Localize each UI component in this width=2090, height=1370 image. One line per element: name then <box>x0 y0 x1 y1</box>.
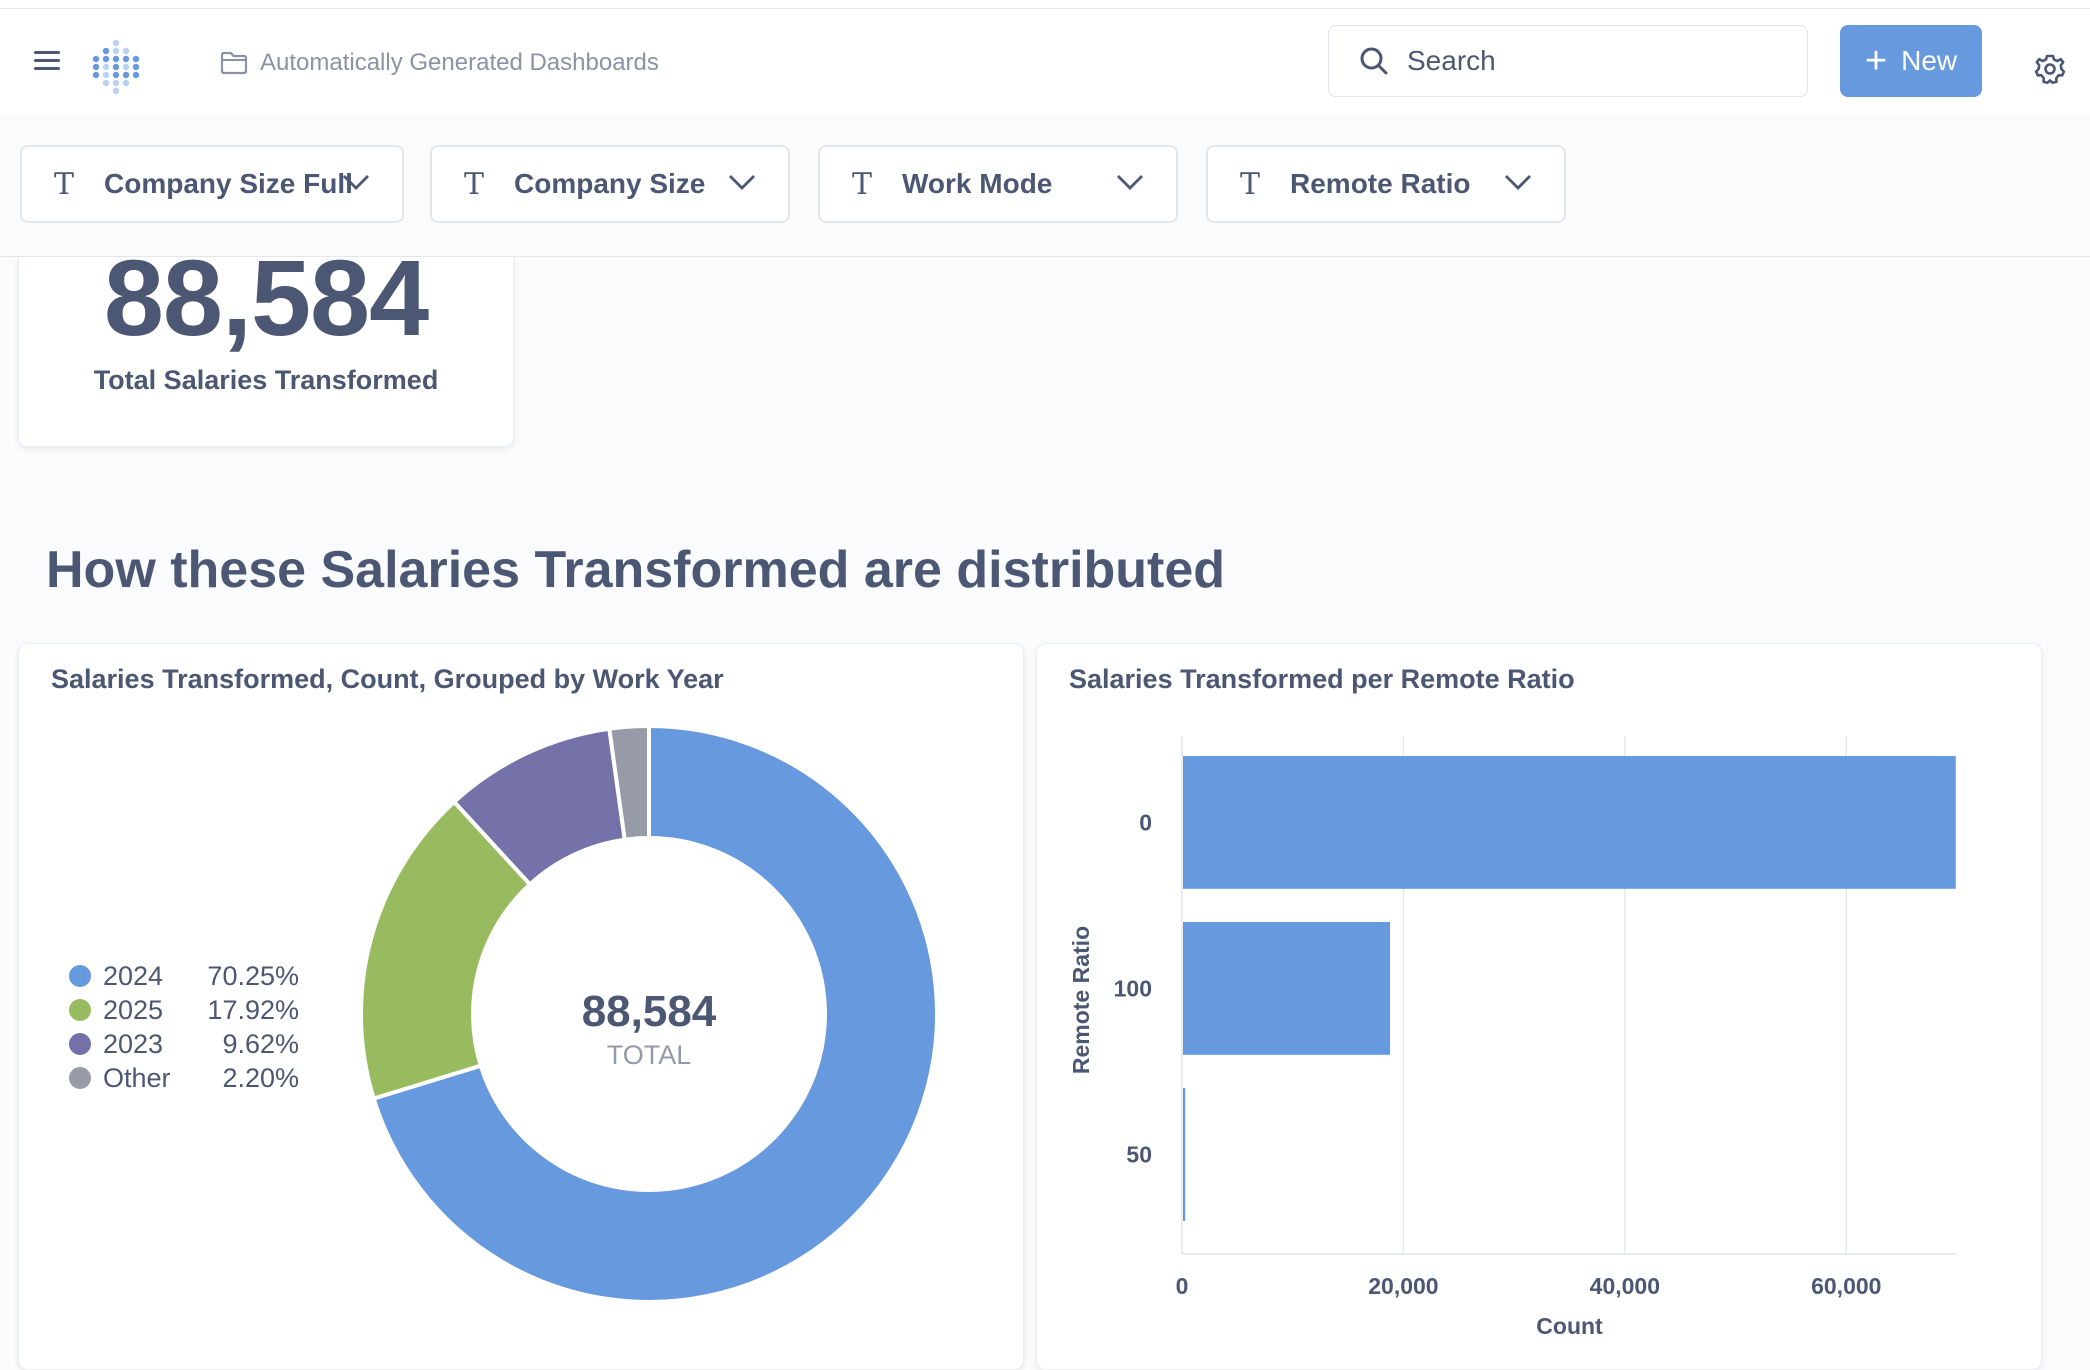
legend-label: 2023 <box>103 1028 164 1059</box>
x-tick-label: 60,000 <box>1811 1273 1881 1299</box>
search-placeholder: Search <box>1407 45 1496 76</box>
gear-icon[interactable] <box>2034 53 2066 85</box>
chart-title[interactable]: Salaries Transformed, Count, Grouped by … <box>51 664 724 695</box>
legend-percent: 17.92% <box>207 994 299 1025</box>
legend-label: 2024 <box>103 960 164 991</box>
bar-remote-ratio-100[interactable] <box>1183 922 1391 1055</box>
filter-label: Work Mode <box>902 168 1053 199</box>
filter-remote-ratio[interactable]: T Remote Ratio <box>1206 145 1566 223</box>
text-type-icon: T <box>1240 166 1261 202</box>
scalar-value: 88,584 <box>103 257 429 358</box>
legend-item[interactable]: Other 2.20% <box>69 1061 299 1095</box>
scalar-label: Total Salaries Transformed <box>93 365 439 395</box>
chart-legend: 2024 70.25% 2025 17.92% 2023 9.62% Other 2.20% <box>69 959 299 1095</box>
legend-item[interactable]: 2024 70.25% <box>69 959 299 993</box>
metabase-logo-icon[interactable] <box>90 37 150 97</box>
text-type-icon: T <box>852 166 873 202</box>
filter-company-size-full[interactable]: T Company Size Full <box>20 145 404 223</box>
x-tick-label: 0 <box>1176 1273 1189 1299</box>
legend-label: Other <box>103 1062 171 1093</box>
menu-icon[interactable] <box>34 51 60 73</box>
filter-label: Company Size <box>514 168 706 199</box>
breadcrumb-label: Automatically Generated Dashboards <box>260 49 659 76</box>
new-button-label: New <box>1901 45 1958 76</box>
filter-label: Company Size Full <box>104 168 353 199</box>
filter-label: Remote Ratio <box>1290 168 1471 199</box>
y-tick-label: 0 <box>1139 809 1152 835</box>
text-type-icon: T <box>464 166 485 202</box>
donut-center-label: TOTAL <box>607 1040 692 1070</box>
bar-chart: 0 20,000 40,000 60,000 0 100 50 Count Remote Rat… <box>1068 736 1957 1339</box>
y-tick-label: 50 <box>1126 1141 1152 1167</box>
section-heading: How these Salaries Transformed are distr… <box>46 541 1226 599</box>
breadcrumb[interactable]: Automatically Generated Dashboards <box>220 49 659 77</box>
scalar-card[interactable]: 88,584 Total Salaries Transformed <box>18 257 514 447</box>
filter-company-size[interactable]: T Company Size <box>430 145 790 223</box>
window-top-edge <box>0 0 2090 9</box>
legend-swatch <box>69 965 91 987</box>
plus-icon: + <box>1864 40 1888 82</box>
legend-item[interactable]: 2025 17.92% <box>69 993 299 1027</box>
chevron-down-icon <box>729 175 755 190</box>
legend-swatch <box>69 999 91 1021</box>
filter-bar: T Company Size Full T Company Size T Wor… <box>0 115 2090 257</box>
legend-label: 2025 <box>103 994 164 1025</box>
app-header: Automatically Generated Dashboards Searc… <box>0 9 2090 115</box>
x-tick-label: 40,000 <box>1590 1273 1660 1299</box>
bar-remote-ratio-0[interactable] <box>1183 756 1956 889</box>
donut-center-value: 88,584 <box>582 987 717 1036</box>
chevron-down-icon <box>343 175 369 190</box>
legend-percent: 9.62% <box>222 1028 299 1059</box>
filter-work-mode[interactable]: T Work Mode <box>818 145 1178 223</box>
folder-icon <box>220 51 248 75</box>
legend-percent: 70.25% <box>207 960 299 991</box>
bar-chart-card[interactable]: Salaries Transformed per Remote Ratio 02… <box>1036 643 2042 1370</box>
y-tick-label: 100 <box>1114 975 1152 1001</box>
text-type-icon: T <box>54 166 75 202</box>
search-input[interactable]: Search <box>1328 25 1808 97</box>
y-axis-title: Remote Ratio <box>1068 926 1094 1074</box>
legend-swatch <box>69 1033 91 1055</box>
bar-remote-ratio-50[interactable] <box>1183 1088 1186 1221</box>
legend-percent: 2.20% <box>222 1062 299 1093</box>
chevron-down-icon <box>1505 175 1531 190</box>
legend-item[interactable]: 2023 9.62% <box>69 1027 299 1061</box>
donut-chart: 88,584 TOTAL <box>359 723 939 1304</box>
new-button[interactable]: + New <box>1840 25 1982 97</box>
x-tick-label: 20,000 <box>1368 1273 1438 1299</box>
donut-chart-card[interactable]: Salaries Transformed, Count, Grouped by … <box>18 643 1024 1370</box>
chevron-down-icon <box>1117 175 1143 190</box>
legend-swatch <box>69 1067 91 1089</box>
x-axis-title: Count <box>1536 1313 1603 1339</box>
search-icon <box>1360 47 1388 75</box>
